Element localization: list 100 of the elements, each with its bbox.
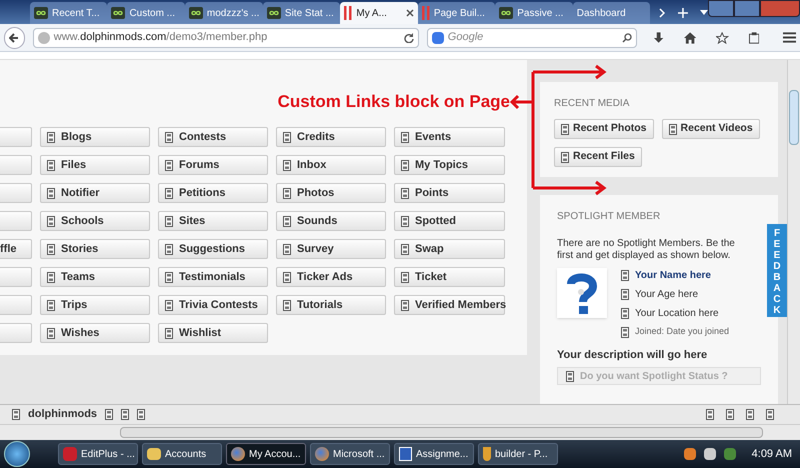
infinity-icon	[188, 7, 203, 19]
glyph-box-icon	[668, 124, 677, 134]
link-button[interactable]: ffle	[0, 239, 32, 259]
back-button[interactable]	[4, 26, 25, 48]
link-button[interactable]: Ticket	[394, 267, 505, 287]
glyph-box-icon	[561, 124, 569, 134]
search-icon[interactable]	[622, 32, 632, 42]
link-button[interactable]: Forums	[158, 155, 268, 175]
feedback-tab[interactable]: FEEDBACK	[767, 224, 787, 317]
globe-icon	[231, 447, 245, 461]
tray-icon[interactable]	[684, 448, 696, 460]
link-button[interactable]: Contests	[158, 127, 268, 147]
link-button[interactable]: Wishes	[40, 323, 150, 343]
glyph-box-icon	[283, 132, 291, 142]
browser-tab[interactable]: Custom ...	[107, 2, 185, 24]
link-button[interactable]: Notifier	[40, 183, 150, 203]
link-button[interactable]: Petitions	[158, 183, 268, 203]
taskbar-button[interactable]: Assignme...	[394, 443, 474, 465]
taskbar-button[interactable]: builder - P...	[478, 443, 558, 465]
star-icon[interactable]	[716, 32, 728, 44]
browser-tab[interactable]: Site Stat ...	[262, 2, 340, 24]
browser-tab[interactable]: modzzz's ...	[184, 2, 263, 24]
member-name[interactable]: Your Name here	[635, 268, 711, 284]
media-button[interactable]: Recent Photos	[554, 119, 654, 139]
taskbar-button[interactable]: Microsoft ...	[310, 443, 390, 465]
infinity-icon	[111, 7, 126, 19]
link-button[interactable]: Photos	[276, 183, 386, 203]
link-button[interactable]: Testimonials	[158, 267, 268, 287]
link-button[interactable]: Inbox	[276, 155, 386, 175]
search-field[interactable]: Google	[426, 28, 637, 48]
member-joined: Joined: Date you joined	[635, 325, 730, 338]
download-icon[interactable]	[652, 32, 664, 44]
browser-tab[interactable]: Page Buil...	[418, 2, 496, 24]
close-button[interactable]	[760, 0, 800, 17]
link-button[interactable]: Files	[40, 155, 150, 175]
glyph-box-icon	[165, 300, 173, 310]
browser-tab[interactable]: Recent T...	[30, 2, 108, 24]
link-button[interactable]: Verified Members	[394, 295, 505, 315]
glyph-box-icon	[283, 188, 291, 198]
dropdown-icon[interactable]	[700, 10, 708, 16]
tray-icon[interactable]	[704, 448, 716, 460]
search-engine-icon	[432, 32, 444, 44]
taskbar-button[interactable]: EditPlus - ...	[58, 443, 138, 465]
url-text: www.dolphinmods.com/demo3/member.php	[54, 30, 268, 46]
link-button[interactable]: Schools	[40, 211, 150, 231]
plus-icon[interactable]	[678, 8, 688, 18]
link-button[interactable]: Events	[394, 127, 505, 147]
link-button[interactable]: Stories	[40, 239, 150, 259]
link-button[interactable]: Sites	[158, 211, 268, 231]
taskbar-button[interactable]: My Accou...	[226, 443, 306, 465]
link-button[interactable]: Ticker Ads	[276, 267, 386, 287]
bars-icon	[344, 6, 352, 20]
link-button[interactable]: Swap	[394, 239, 505, 259]
link-button[interactable]: Survey	[276, 239, 386, 259]
bars-icon	[422, 6, 430, 20]
toolbar-glyph-icon	[105, 409, 114, 420]
glyph-box-icon	[283, 272, 291, 282]
address-bar[interactable]: www.dolphinmods.com/demo3/member.php	[32, 28, 419, 48]
glyph-box-icon	[165, 272, 173, 282]
clipboard-icon[interactable]	[748, 32, 759, 44]
toolbar-glyph-icon	[121, 409, 130, 420]
link-button[interactable]: My Topics	[394, 155, 505, 175]
browser-tab[interactable]: Dashboard	[572, 2, 650, 24]
toolbar-username[interactable]: dolphinmods	[28, 406, 98, 423]
horizontal-scrollbar[interactable]	[0, 424, 800, 440]
glyph-box-icon	[47, 216, 55, 226]
start-button[interactable]	[4, 441, 30, 467]
glyph-box-icon	[47, 132, 55, 142]
media-button[interactable]: Recent Videos	[662, 119, 760, 139]
link-button[interactable]: Tutorials	[276, 295, 386, 315]
link-button[interactable]: Trips	[40, 295, 150, 315]
chevron-right-icon[interactable]	[658, 8, 666, 18]
link-button[interactable]: Trivia Contests	[158, 295, 268, 315]
link-button[interactable]: Wishlist	[158, 323, 268, 343]
vertical-scrollbar[interactable]	[787, 60, 800, 404]
link-button[interactable]: Blogs	[40, 127, 150, 147]
maximize-button[interactable]	[734, 0, 760, 17]
glyph-box-icon	[401, 216, 409, 226]
browser-tab[interactable]: My A...	[340, 2, 418, 24]
glyph-box-icon	[283, 244, 291, 254]
link-button[interactable]: Spotted	[394, 211, 505, 231]
scroll-thumb[interactable]	[789, 90, 799, 145]
link-button[interactable]: Credits	[276, 127, 386, 147]
member-location: Your Location here	[635, 307, 719, 322]
taskbar-button[interactable]: Accounts	[142, 443, 222, 465]
close-icon[interactable]	[406, 9, 414, 17]
scroll-thumb[interactable]	[120, 427, 763, 438]
glyph-box-icon	[283, 160, 291, 170]
glyph-box-icon	[47, 160, 55, 170]
minimize-button[interactable]	[708, 0, 734, 17]
search-input[interactable]: Google	[448, 29, 618, 46]
home-icon[interactable]	[684, 32, 696, 44]
menu-icon[interactable]	[782, 32, 796, 43]
browser-tab[interactable]: Passive ...	[495, 2, 573, 24]
link-button[interactable]: Suggestions	[158, 239, 268, 259]
reload-icon[interactable]	[404, 32, 414, 42]
link-button[interactable]: Teams	[40, 267, 150, 287]
media-button[interactable]: Recent Files	[554, 147, 642, 167]
link-button[interactable]: Sounds	[276, 211, 386, 231]
link-button[interactable]: Points	[394, 183, 505, 203]
